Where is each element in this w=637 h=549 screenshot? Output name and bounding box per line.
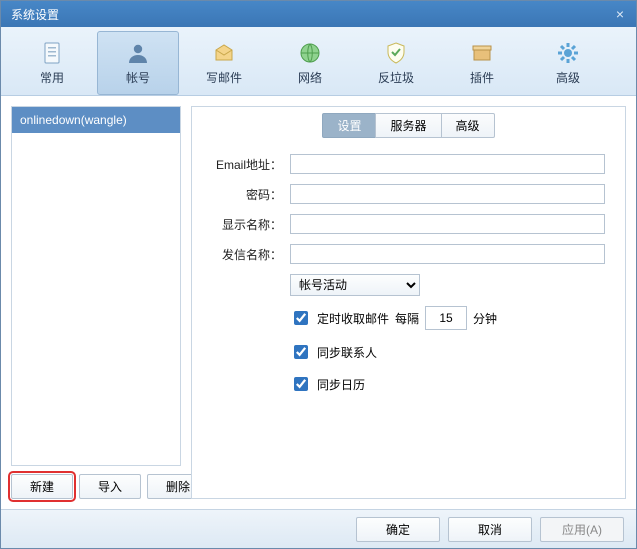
box-icon <box>470 41 494 65</box>
account-list[interactable]: onlinedown(wangle) <box>11 106 181 466</box>
sender-name-field[interactable] <box>290 244 605 264</box>
toolbar-label: 反垃圾 <box>378 69 414 86</box>
subtab-bar: 设置 服务器 高级 <box>192 107 625 138</box>
cancel-button[interactable]: 取消 <box>448 517 532 542</box>
sender-name-label: 发信名称： <box>202 246 290 263</box>
sync-calendar-label: 同步日历 <box>317 376 365 393</box>
email-label: Email地址： <box>202 156 290 173</box>
toolbar-label: 高级 <box>556 69 580 86</box>
display-name-label: 显示名称： <box>202 216 290 233</box>
interval-field[interactable] <box>425 306 467 330</box>
password-label: 密码： <box>202 186 290 203</box>
settings-window: 系统设置 × 常用 帐号 写邮件 网络 <box>0 0 637 549</box>
toolbar-plugins[interactable]: 插件 <box>441 31 523 95</box>
page-icon <box>40 41 64 65</box>
ok-button[interactable]: 确定 <box>356 517 440 542</box>
close-icon[interactable]: × <box>610 5 630 23</box>
toolbar-advanced[interactable]: 高级 <box>527 31 609 95</box>
minutes-label: 分钟 <box>473 310 497 327</box>
toolbar-general[interactable]: 常用 <box>11 31 93 95</box>
every-label: 每隔 <box>395 310 419 327</box>
toolbar-network[interactable]: 网络 <box>269 31 351 95</box>
subtab-settings[interactable]: 设置 <box>322 113 376 138</box>
autocheck-checkbox[interactable] <box>294 311 308 325</box>
content-body: onlinedown(wangle) 新建 导入 删除 设置 服务器 高级 Em… <box>1 96 636 509</box>
toolbar-label: 插件 <box>470 69 494 86</box>
subtab-advanced[interactable]: 高级 <box>441 113 495 138</box>
account-item[interactable]: onlinedown(wangle) <box>12 107 180 133</box>
autocheck-label: 定时收取邮件 <box>317 310 389 327</box>
gear-icon <box>556 41 580 65</box>
account-detail-panel: 设置 服务器 高级 Email地址： 密码： 显示名称： 发信名称 <box>191 106 626 499</box>
display-name-field[interactable] <box>290 214 605 234</box>
subtab-server[interactable]: 服务器 <box>375 113 441 138</box>
account-sidebar: onlinedown(wangle) 新建 导入 删除 <box>11 106 181 499</box>
sync-contacts-checkbox[interactable] <box>294 345 308 359</box>
account-form: Email地址： 密码： 显示名称： 发信名称： <box>192 138 625 416</box>
window-title: 系统设置 <box>11 6 610 23</box>
globe-icon <box>298 41 322 65</box>
toolbar-compose[interactable]: 写邮件 <box>183 31 265 95</box>
shield-icon <box>384 41 408 65</box>
sync-contacts-label: 同步联系人 <box>317 344 377 361</box>
toolbar-label: 写邮件 <box>206 69 242 86</box>
toolbar-account[interactable]: 帐号 <box>97 31 179 95</box>
sync-calendar-checkbox[interactable] <box>294 377 308 391</box>
toolbar-label: 常用 <box>40 69 64 86</box>
new-account-button[interactable]: 新建 <box>11 474 73 499</box>
email-field[interactable] <box>290 154 605 174</box>
dialog-footer: 确定 取消 应用(A) <box>1 509 636 548</box>
titlebar: 系统设置 × <box>1 1 636 27</box>
person-icon <box>126 41 150 65</box>
apply-button: 应用(A) <box>540 517 624 542</box>
toolbar-label: 网络 <box>298 69 322 86</box>
password-field[interactable] <box>290 184 605 204</box>
compose-icon <box>212 41 236 65</box>
account-actions: 新建 导入 删除 <box>11 474 181 499</box>
main-toolbar: 常用 帐号 写邮件 网络 反垃圾 <box>1 27 636 96</box>
account-activity-select[interactable]: 帐号活动 <box>290 274 420 296</box>
toolbar-label: 帐号 <box>126 69 150 86</box>
import-account-button[interactable]: 导入 <box>79 474 141 499</box>
toolbar-antispam[interactable]: 反垃圾 <box>355 31 437 95</box>
